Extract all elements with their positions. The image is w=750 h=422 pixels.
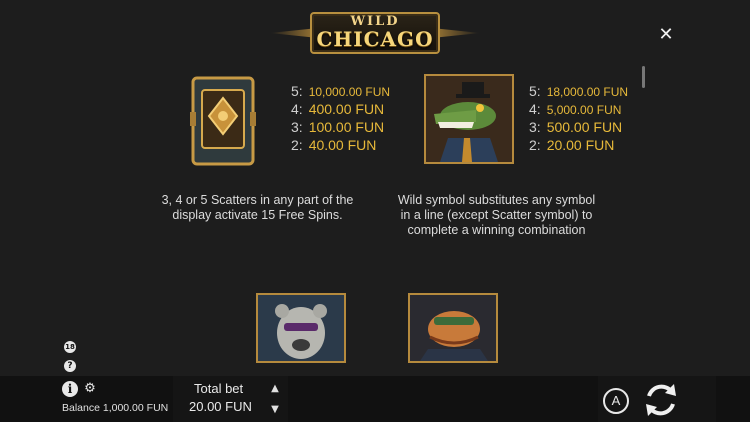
scrollbar[interactable] — [642, 66, 645, 88]
help-icon[interactable]: ? — [64, 360, 76, 372]
wild-crocodile-icon — [424, 74, 514, 164]
pay-row: 4: 400.00 FUN — [291, 101, 385, 117]
pay-row: 5: 18,000.00 FUN — [529, 83, 629, 99]
game-logo: WILD CHICAGO — [270, 8, 480, 58]
wild-paytable: 5: 18,000.00 FUN 4: 5,000.00 FUN 3: 500.00 … — [529, 82, 628, 154]
total-bet-value: 20.00 FUN — [189, 399, 252, 414]
pay-row: 3: 500.00 FUN — [529, 119, 623, 135]
pay-row: 2: 40.00 FUN — [291, 137, 377, 153]
frog-symbol-icon — [408, 293, 498, 363]
autoplay-button[interactable]: A — [603, 388, 629, 414]
balance-display: Balance 1,000.00 FUN — [62, 402, 169, 414]
total-bet-label: Total bet — [194, 381, 244, 396]
pay-row: 5: 10,000.00 FUN — [291, 83, 391, 99]
scatter-chest-icon — [190, 72, 256, 170]
logo-word-chicago: CHICAGO — [316, 27, 434, 51]
age-restriction-icon[interactable]: 18 — [64, 341, 76, 353]
scatter-description: 3, 4 or 5 Scatters in any part of the di… — [161, 193, 354, 222]
bet-increase-icon[interactable]: ▲ — [270, 384, 280, 394]
scatter-paytable: 5: 10,000.00 FUN 4: 400.00 FUN 3: 100.00 FU… — [291, 82, 390, 154]
bet-decrease-icon[interactable]: ▼ — [270, 405, 280, 415]
close-icon[interactable]: ✕ — [657, 26, 675, 44]
pay-row: 2: 20.00 FUN — [529, 137, 615, 153]
pay-row: 4: 5,000.00 FUN — [529, 101, 622, 117]
spin-button[interactable] — [641, 380, 681, 420]
spin-arrows-icon — [646, 384, 676, 416]
wild-description: Wild symbol substitutes any symbol in a … — [397, 193, 596, 237]
bear-symbol-icon — [256, 293, 346, 363]
info-icon[interactable]: i — [62, 381, 78, 397]
gear-icon[interactable]: ⚙ — [83, 382, 97, 396]
pay-row: 3: 100.00 FUN — [291, 119, 385, 135]
